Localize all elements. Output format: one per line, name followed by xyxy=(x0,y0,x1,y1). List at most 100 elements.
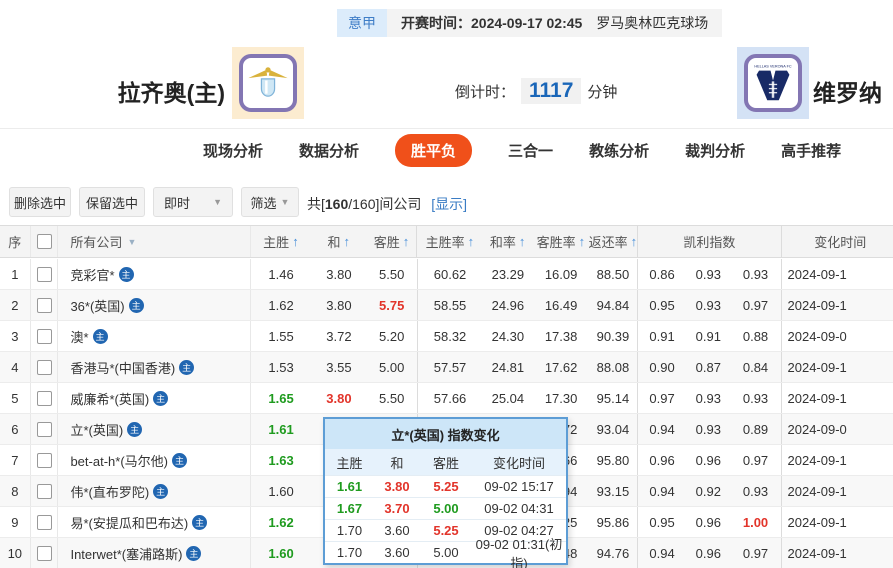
company-name: 威廉希*(英国) xyxy=(70,389,149,408)
company-cell[interactable]: 威廉希*(英国) 主 xyxy=(58,383,251,413)
change-time: 2024-09-1 xyxy=(782,290,893,320)
main-company-tag-icon: 主 xyxy=(153,391,168,406)
tab-three-in-one[interactable]: 三合一 xyxy=(508,140,553,161)
select-all-checkbox-cell xyxy=(31,226,59,257)
row-no: 4 xyxy=(0,352,31,382)
company-cell[interactable]: Interwet*(塞浦路斯)主 xyxy=(58,538,251,568)
show-link[interactable]: [显示] xyxy=(431,196,467,212)
row-checkbox[interactable] xyxy=(37,267,52,282)
odds-mode-value: 即时 xyxy=(164,193,190,212)
kelly-away: 0.93 xyxy=(731,476,782,506)
col-payout[interactable]: 返还率↑ xyxy=(589,226,639,257)
payout-rate: 93.04 xyxy=(589,414,638,444)
company-cell[interactable]: 澳*主 xyxy=(58,321,251,351)
company-cell[interactable]: 易*(安提瓜和巴布达)主 xyxy=(58,507,251,537)
popup-change-time: 09-02 04:31 xyxy=(472,501,566,516)
col-draw-rate[interactable]: 和率↑ xyxy=(482,226,533,257)
home-odds: 1.65 xyxy=(251,383,311,413)
draw-odds: 3.80 xyxy=(311,259,367,289)
change-time: 2024-09-0 xyxy=(782,321,893,351)
row-checkbox[interactable] xyxy=(37,329,52,344)
away-rate: 16.49 xyxy=(533,290,589,320)
main-company-tag-icon: 主 xyxy=(129,298,144,313)
company-cell[interactable]: 36*(英国)主 xyxy=(58,290,251,320)
tab-expert-picks[interactable]: 高手推荐 xyxy=(781,140,841,161)
row-checkbox[interactable] xyxy=(37,546,52,561)
company-name: bet-at-h*(马尔他) xyxy=(70,451,168,470)
kelly-away: 0.97 xyxy=(731,290,782,320)
col-kelly: 凯利指数 xyxy=(638,226,781,257)
row-checkbox[interactable] xyxy=(37,360,52,375)
company-cell[interactable]: 香港马*(中国香港)主 xyxy=(58,352,251,382)
col-away-rate[interactable]: 客胜率↑ xyxy=(533,226,589,257)
tab-data-analysis[interactable]: 数据分析 xyxy=(299,140,359,161)
row-checkbox[interactable] xyxy=(37,298,52,313)
analysis-nav: 现场分析 数据分析 胜平负 三合一 教练分析 裁判分析 高手推荐 xyxy=(0,128,893,171)
row-checkbox-cell xyxy=(31,507,59,537)
away-odds: 5.75 xyxy=(367,290,418,320)
away-rate: 17.38 xyxy=(533,321,589,351)
row-checkbox[interactable] xyxy=(37,422,52,437)
col-away-odds[interactable]: 客胜↑ xyxy=(367,226,418,257)
sort-asc-icon: ↑ xyxy=(403,234,410,249)
company-name: 伟*(直布罗陀) xyxy=(70,482,149,501)
away-odds: 5.50 xyxy=(367,259,418,289)
row-checkbox[interactable] xyxy=(37,484,52,499)
home-team-logo xyxy=(232,47,304,119)
row-checkbox-cell xyxy=(31,538,59,568)
popup-draw-odds: 3.60 xyxy=(374,523,420,538)
company-cell[interactable]: 伟*(直布罗陀) 主 xyxy=(58,476,251,506)
col-home-rate[interactable]: 主胜率↑ xyxy=(417,226,482,257)
home-rate: 58.55 xyxy=(418,290,483,320)
main-company-tag-icon: 主 xyxy=(153,484,168,499)
away-team-name: 维罗纳 xyxy=(813,74,893,108)
popup-title: 立*(英国) 指数变化 xyxy=(325,419,566,449)
home-odds: 1.62 xyxy=(251,290,311,320)
draw-odds: 3.55 xyxy=(311,352,367,382)
col-draw-odds[interactable]: 和↑ xyxy=(311,226,367,257)
col-home-rate-label: 主胜率 xyxy=(426,232,465,251)
row-checkbox-cell xyxy=(31,352,59,382)
keep-selected-button[interactable]: 保留选中 xyxy=(79,187,145,217)
kelly-away: 0.93 xyxy=(731,259,782,289)
table-row[interactable]: 4 香港马*(中国香港)主 1.53 3.55 5.00 57.57 24.81… xyxy=(0,352,893,383)
col-home-odds[interactable]: 主胜↑ xyxy=(251,226,311,257)
col-away-rate-label: 客胜率 xyxy=(537,232,576,251)
odds-mode-select[interactable]: 即时 ▼ xyxy=(153,187,233,217)
table-row[interactable]: 2 36*(英国)主 1.62 3.80 5.75 58.55 24.96 16… xyxy=(0,290,893,321)
row-no: 6 xyxy=(0,414,31,444)
select-all-checkbox[interactable] xyxy=(37,234,52,249)
company-name: 澳* xyxy=(70,327,88,346)
row-checkbox[interactable] xyxy=(37,515,52,530)
match-info-bar: 意甲 开赛时间： 2024-09-17 02:45 罗马奥林匹克球场 xyxy=(337,9,722,37)
popup-home-odds: 1.70 xyxy=(325,545,374,560)
home-odds: 1.60 xyxy=(251,538,311,568)
table-row[interactable]: 3 澳*主 1.55 3.72 5.20 58.32 24.30 17.38 9… xyxy=(0,321,893,352)
tab-coach-analysis[interactable]: 教练分析 xyxy=(589,140,649,161)
company-cell[interactable]: 竞彩官*主 xyxy=(58,259,251,289)
popup-away-odds: 5.25 xyxy=(420,523,472,538)
kelly-draw: 0.96 xyxy=(686,507,730,537)
draw-rate: 24.96 xyxy=(482,290,533,320)
tab-win-draw-lose[interactable]: 胜平负 xyxy=(395,134,472,167)
company-cell[interactable]: 立*(英国)主 xyxy=(58,414,251,444)
kelly-away: 0.97 xyxy=(731,538,782,568)
tab-live-analysis[interactable]: 现场分析 xyxy=(203,140,263,161)
row-checkbox[interactable] xyxy=(37,453,52,468)
kelly-draw: 0.96 xyxy=(686,445,730,475)
payout-rate: 94.76 xyxy=(589,538,638,568)
league-badge[interactable]: 意甲 xyxy=(337,9,387,37)
home-rate: 60.62 xyxy=(418,259,483,289)
home-odds: 1.55 xyxy=(251,321,311,351)
tab-referee-analysis[interactable]: 裁判分析 xyxy=(685,140,745,161)
delete-selected-button[interactable]: 删除选中 xyxy=(9,187,71,217)
table-row[interactable]: 5 威廉希*(英国)主 1.65 3.80 5.50 57.66 25.04 1… xyxy=(0,383,893,414)
company-cell[interactable]: bet-at-h*(马尔他)主 xyxy=(58,445,251,475)
popup-change-time: 09-02 15:17 xyxy=(472,479,566,494)
filter-dropdown[interactable]: 筛选 ▼ xyxy=(241,187,299,217)
table-row[interactable]: 1 竞彩官*主 1.46 3.80 5.50 60.62 23.29 16.09… xyxy=(0,259,893,290)
col-company[interactable]: 所有公司 ▼ xyxy=(58,226,250,257)
col-payout-label: 返还率 xyxy=(589,232,628,251)
payout-rate: 90.39 xyxy=(589,321,638,351)
row-checkbox[interactable] xyxy=(37,391,52,406)
